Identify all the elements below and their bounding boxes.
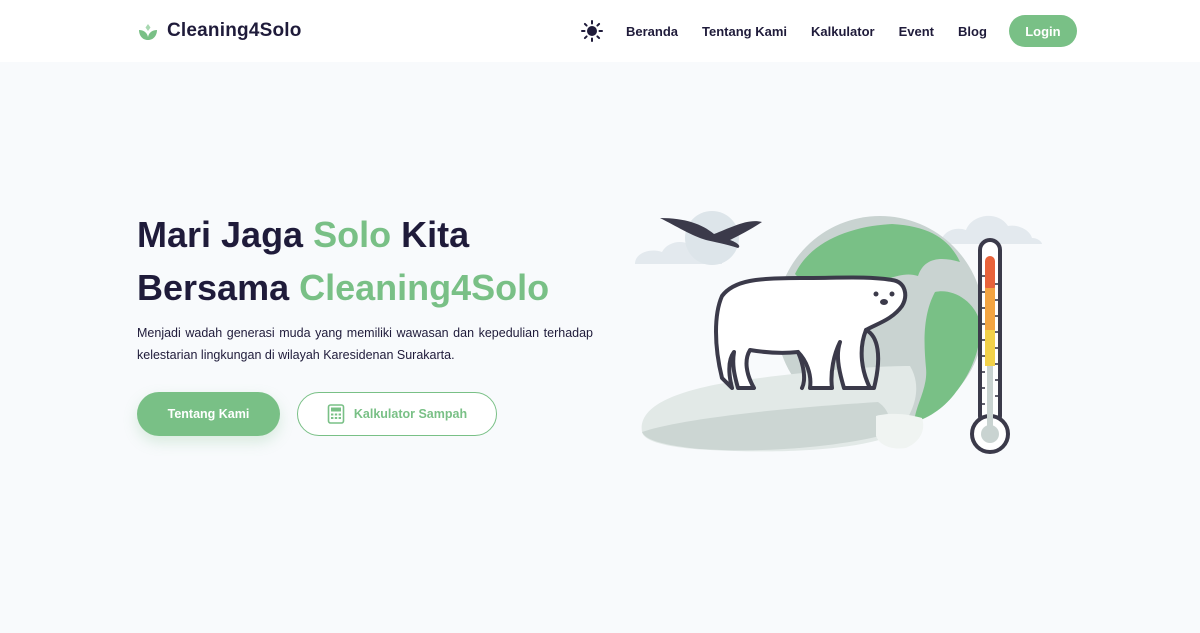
hero-title-text: Mari Jaga xyxy=(137,214,314,255)
calculator-icon xyxy=(327,404,345,424)
hero-illustration xyxy=(635,211,1042,454)
kalkulator-sampah-label: Kalkulator Sampah xyxy=(353,407,468,421)
nav-kalkulator[interactable]: Kalkulator xyxy=(811,24,875,39)
tentang-kami-button[interactable]: Tentang Kami xyxy=(137,392,280,436)
login-button[interactable]: Login xyxy=(1008,15,1077,47)
main-nav: Beranda Tentang Kami Kalkulator Event Bl… xyxy=(580,14,1077,48)
nav-blog[interactable]: Blog xyxy=(958,24,987,39)
kalkulator-sampah-button[interactable]: Kalkulator Sampah xyxy=(297,392,497,436)
brand[interactable]: Cleaning4Solo xyxy=(137,17,302,45)
theme-toggle[interactable] xyxy=(580,19,604,43)
sun-icon xyxy=(581,20,603,42)
brand-name: Cleaning4Solo xyxy=(167,20,302,41)
hero-description: Menjadi wadah generasi muda yang memilik… xyxy=(137,326,593,362)
hero-title-accent: Cleaning4Solo xyxy=(299,267,550,308)
navbar: Cleaning4Solo Beranda Tentang Kami Kalku… xyxy=(0,0,1200,62)
nav-event[interactable]: Event xyxy=(899,24,934,39)
nav-tentang-kami[interactable]: Tentang Kami xyxy=(702,24,787,39)
hero-title: Mari Jaga Solo Kita Bersama Cleaning4Sol… xyxy=(137,208,549,314)
hero-title-text: Bersama xyxy=(137,267,300,308)
leaf-logo-icon xyxy=(139,24,157,40)
hero-title-text: Kita xyxy=(391,214,470,255)
hero-title-accent: Solo xyxy=(313,214,392,255)
nav-beranda[interactable]: Beranda xyxy=(626,24,678,39)
